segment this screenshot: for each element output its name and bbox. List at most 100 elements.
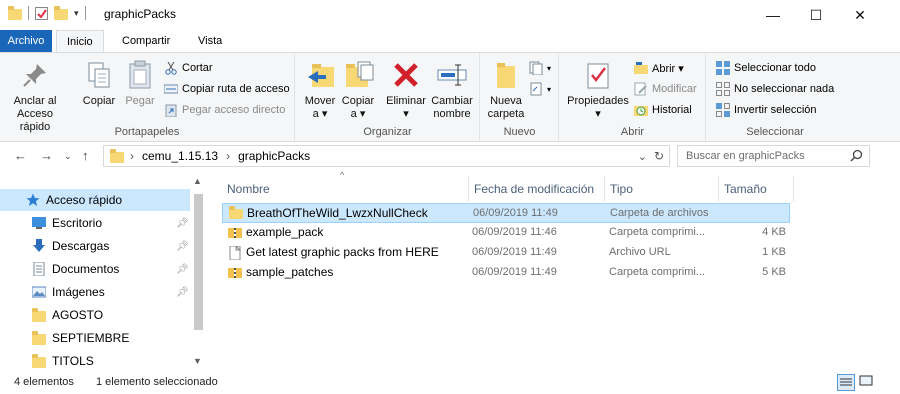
ribbon-tabs: Archivo Inicio Compartir Vista ⌃ ? [0,30,900,77]
scroll-down-icon[interactable]: ▼ [193,356,202,366]
pin-quick-access-button[interactable]: Anclar al Acceso rápido [6,59,64,134]
nav-item-imagenes[interactable]: Imágenes 📌︎ [0,281,190,303]
toolbar-separator [28,6,29,20]
file-type: Carpeta comprimi... [609,226,705,238]
invert-selection-button[interactable]: Invertir selección [716,101,817,119]
nav-pane-scrollbar[interactable]: ▲ ▼ [191,172,206,370]
move-to-button[interactable]: Mover a ▾ [302,59,338,121]
scissors-icon [164,61,178,75]
large-icons-view-icon [859,375,873,386]
tab-vista[interactable]: Vista [188,30,232,52]
move-to-label: Mover a ▾ [304,95,336,120]
pin-icon[interactable]: 📌︎ [176,241,189,252]
minimize-button[interactable]: — [750,0,796,30]
cut-button[interactable]: Cortar [164,59,213,77]
file-row[interactable]: sample_patches 06/09/2019 11:49 Carpeta … [222,263,790,283]
new-folder-icon [490,59,522,91]
address-bar[interactable]: › cemu_1.15.13 › graphicPacks ⌄ ↻ [103,145,670,167]
file-date: 06/09/2019 11:46 [472,226,557,238]
delete-button[interactable]: Eliminar ▾ [386,59,426,121]
history-button[interactable]: Historial [634,101,692,119]
recent-locations-icon[interactable]: ⌄ [64,151,72,162]
nav-item-label: Escritorio [52,216,103,230]
properties-checkbox-icon[interactable] [35,6,48,20]
tab-compartir[interactable]: Compartir [112,30,180,52]
easy-access-button[interactable]: ▾ [529,80,551,98]
quick-access-toolbar: ▾ [8,5,86,20]
select-none-button[interactable]: No seleccionar nada [716,80,834,98]
file-row[interactable]: Get latest graphic packs from HERE 06/09… [222,243,790,263]
file-row[interactable]: BreathOfTheWild_LwzxNullCheck 06/09/2019… [222,203,790,223]
paste-button[interactable]: Pegar [122,59,158,108]
search-icon[interactable] [850,149,863,165]
customize-toolbar-icon[interactable]: ▾ [74,8,79,19]
nav-item-label: TITOLS [52,354,94,368]
maximize-button[interactable]: ☐ [793,0,839,30]
close-button[interactable]: ✕ [837,0,883,30]
open-group-label: Abrir [620,126,645,138]
new-folder-button[interactable]: Nueva carpeta [487,59,525,121]
paste-shortcut-button[interactable]: Pegar acceso directo [164,101,285,119]
copy-icon [83,59,115,91]
column-header-type[interactable]: Tipo [605,176,719,202]
file-type: Carpeta de archivos [610,207,709,219]
open-button[interactable]: Abrir ▾ [634,59,684,77]
tab-inicio[interactable]: Inicio [56,30,104,52]
nav-item-escritorio[interactable]: Escritorio 📌︎ [0,212,190,234]
copy-to-button[interactable]: Copiar a ▾ [340,59,376,121]
folder-icon [32,330,46,345]
breadcrumb-cemu[interactable]: cemu_1.15.13 [142,149,218,163]
select-all-button[interactable]: Seleccionar todo [716,59,816,77]
file-type: Archivo URL [609,246,671,258]
ribbon: Anclar al Acceso rápido Copiar Pegar Cor… [0,52,900,142]
history-icon [634,103,648,117]
nav-item-agosto[interactable]: AGOSTO [0,304,190,326]
rename-button[interactable]: Cambiar nombre [430,59,474,121]
breadcrumb-graphicpacks[interactable]: graphicPacks [238,149,310,163]
nav-item-quick-access[interactable]: Acceso rápido [0,189,190,211]
select-none-label: No seleccionar nada [734,83,835,95]
nav-item-documentos[interactable]: Documentos 📌︎ [0,258,190,280]
large-icons-view-button[interactable] [858,374,876,391]
up-arrow-icon[interactable]: ↑ [82,148,89,163]
file-date: 06/09/2019 11:49 [472,266,557,278]
nav-item-titols[interactable]: TITOLS [0,350,190,372]
pin-icon[interactable]: 📌︎ [176,218,189,229]
copy-button[interactable]: Copiar [80,59,118,108]
breadcrumb-separator-icon: › [130,149,134,163]
column-header-name[interactable]: Nombre [222,176,469,202]
copy-path-button[interactable]: Copiar ruta de acceso [163,80,290,98]
edit-button[interactable]: Modificar [634,80,697,98]
search-input[interactable]: Buscar en graphicPacks [677,145,870,167]
refresh-icon[interactable]: ↻ [654,149,664,163]
nav-item-label: Descargas [52,239,110,253]
desktop-icon [32,216,46,230]
pin-icon[interactable]: 📌︎ [176,287,189,298]
details-view-button[interactable] [837,374,855,391]
select-all-label: Seleccionar todo [734,62,816,74]
tab-archivo[interactable]: Archivo [0,30,52,52]
back-arrow-icon[interactable]: ← [14,148,27,163]
folder-icon [110,148,124,163]
properties-button[interactable]: Propiedades ▾ [566,59,630,121]
nav-item-septiembre[interactable]: SEPTIEMBRE [0,327,190,349]
scrollbar-thumb[interactable] [194,194,203,330]
new-item-icon [529,61,543,76]
new-item-button[interactable]: ▾ [529,59,551,77]
column-header-date[interactable]: Fecha de modificación [469,176,605,202]
address-dropdown-icon[interactable]: ⌄ [638,150,647,163]
search-placeholder: Buscar en graphicPacks [686,150,805,162]
properties-label: Propiedades ▾ [567,95,629,120]
pin-icon[interactable]: 📌︎ [176,264,189,275]
folder-icon [32,353,46,368]
delete-x-icon [390,59,422,91]
rename-label: Cambiar nombre [431,95,473,120]
file-row[interactable]: example_pack 06/09/2019 11:46 Carpeta co… [222,223,790,243]
window-title: graphicPacks [104,7,177,21]
column-header-size[interactable]: Tamaño [719,176,794,202]
new-folder-icon[interactable] [54,5,68,20]
clipboard-group: Anclar al Acceso rápido Copiar Pegar Cor… [0,53,295,142]
nav-item-descargas[interactable]: Descargas 📌︎ [0,235,190,257]
scroll-up-icon[interactable]: ▲ [193,176,202,186]
forward-arrow-icon[interactable]: → [40,148,53,163]
